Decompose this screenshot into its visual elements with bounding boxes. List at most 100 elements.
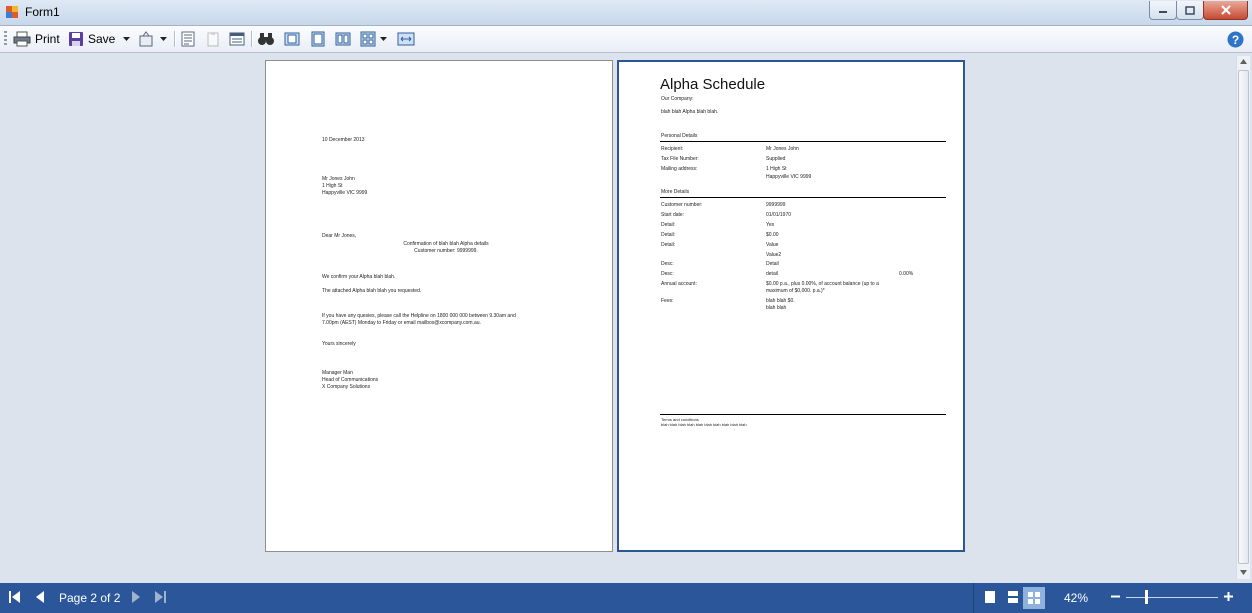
single-page-button[interactable] bbox=[284, 29, 300, 49]
letter-para2: The attached Alpha blah blah you request… bbox=[322, 288, 422, 294]
first-page-button[interactable] bbox=[9, 591, 20, 603]
help-button[interactable]: ? bbox=[1227, 29, 1244, 49]
customer-number-label: Customer number: bbox=[661, 202, 703, 208]
letter-para1: We confirm your Alpha blah blah. bbox=[322, 274, 396, 280]
zoom-slider-thumb[interactable] bbox=[1145, 590, 1148, 604]
save-button[interactable]: Save bbox=[68, 29, 131, 49]
next-page-button[interactable] bbox=[132, 591, 140, 603]
detail-label: Detail: bbox=[661, 232, 676, 238]
page-setup-icon bbox=[181, 31, 195, 47]
app-icon bbox=[6, 6, 18, 18]
detail-value: Value bbox=[766, 242, 779, 248]
printer-icon bbox=[13, 31, 31, 47]
chevron-down-icon bbox=[160, 37, 167, 41]
last-page-button[interactable] bbox=[155, 591, 166, 603]
desc-value: Detail bbox=[766, 261, 779, 267]
annual-account-line2: maximum of $0,000. p.a.)* bbox=[766, 288, 825, 294]
mailing-value-line1: 1 High St bbox=[766, 166, 787, 172]
recipient-value: Mr Jones John bbox=[766, 146, 799, 152]
zoom-out-button[interactable] bbox=[1111, 592, 1120, 601]
schedule-company-text: blah blah Alpha blah blah. bbox=[661, 109, 719, 115]
detail-label: Detail: bbox=[661, 222, 676, 228]
save-label: Save bbox=[88, 32, 116, 46]
layout-icon bbox=[229, 32, 245, 46]
find-button[interactable] bbox=[257, 29, 275, 49]
schedule-company-label: Our Company: bbox=[661, 96, 694, 102]
first-page-icon bbox=[9, 591, 20, 603]
annual-account-label: Annual account: bbox=[661, 281, 697, 287]
vertical-scrollbar[interactable] bbox=[1236, 56, 1250, 579]
letter-para3-line1: If you have any quesies, please call the… bbox=[322, 313, 516, 319]
section-personal-heading: Personal Details bbox=[661, 133, 698, 139]
toolbar: Print Save ? bbox=[0, 26, 1252, 53]
section-more-heading: More Details bbox=[661, 189, 690, 195]
desc-percentage: 0.00% bbox=[899, 271, 914, 277]
view-single-page-button[interactable] bbox=[984, 590, 996, 604]
previous-page-button[interactable] bbox=[36, 591, 44, 603]
letter-signer-company: X Company Solutions bbox=[322, 384, 371, 390]
view-continuous-button[interactable] bbox=[1007, 590, 1019, 604]
preview-page-letter[interactable]: 10 December 2013 Mr Jones John 1 High St… bbox=[265, 60, 613, 552]
desc-label: Desc: bbox=[661, 261, 674, 267]
status-right-panel: 42% bbox=[973, 583, 1252, 613]
previous-page-icon bbox=[36, 591, 44, 603]
single-page-icon bbox=[284, 32, 300, 46]
multiple-pages-icon bbox=[360, 31, 376, 47]
page-indicator: Page 2 of 2 bbox=[59, 591, 121, 605]
scrollbar-thumb[interactable] bbox=[1238, 70, 1249, 564]
fees-label: Fees: bbox=[661, 298, 674, 304]
zoom-slider-track[interactable] bbox=[1126, 597, 1218, 598]
letter-closing: Yours sincerely bbox=[322, 341, 356, 347]
two-pages-button[interactable] bbox=[335, 29, 351, 49]
letter-address-line2: Happyville VIC 9999 bbox=[322, 190, 368, 196]
chevron-down-icon bbox=[380, 37, 387, 41]
desc-label: Desc: bbox=[661, 271, 674, 277]
letter-address-line1: 1 High St bbox=[322, 183, 343, 189]
fit-window-button[interactable] bbox=[397, 29, 415, 49]
toolbar-separator bbox=[251, 31, 253, 47]
detail-value: $0.00 bbox=[766, 232, 779, 238]
fit-window-icon bbox=[397, 32, 415, 46]
minimize-button[interactable] bbox=[1149, 1, 1177, 20]
multiple-pages-button[interactable] bbox=[360, 29, 387, 49]
footer-divider bbox=[660, 414, 946, 415]
floppy-disk-icon bbox=[69, 32, 83, 46]
print-label: Print bbox=[35, 32, 60, 46]
close-icon bbox=[1220, 5, 1231, 15]
print-button[interactable]: Print bbox=[13, 29, 60, 49]
desc-value: detail bbox=[766, 271, 778, 277]
footer-text: blah blah blah blah blah blah blah blah … bbox=[661, 422, 747, 427]
last-page-icon bbox=[155, 591, 166, 603]
scroll-down-icon[interactable] bbox=[1240, 570, 1247, 575]
title-bar: Form1 bbox=[0, 0, 1252, 26]
export-button[interactable] bbox=[138, 29, 167, 49]
letter-signer-name: Manager Man bbox=[322, 370, 353, 376]
tfn-value: Supplied bbox=[766, 156, 786, 162]
letter-subject: Confirmation of blah blah Alpha details bbox=[403, 241, 489, 247]
maximize-icon bbox=[1185, 5, 1195, 15]
tfn-label: Tax File Number: bbox=[661, 156, 699, 162]
paste-button[interactable] bbox=[205, 29, 221, 49]
letter-date: 10 December 2013 bbox=[322, 137, 365, 143]
schedule-title: Alpha Schedule bbox=[660, 76, 766, 93]
page-setup-button[interactable] bbox=[180, 29, 196, 49]
view-multiple-pages-button[interactable] bbox=[1023, 587, 1045, 609]
zoom-in-button[interactable] bbox=[1224, 592, 1233, 601]
toolbar-grip[interactable] bbox=[4, 31, 7, 47]
maximize-button[interactable] bbox=[1176, 1, 1204, 20]
detail-value: Yes bbox=[766, 222, 775, 228]
minimize-icon bbox=[1159, 11, 1167, 13]
binoculars-icon bbox=[258, 33, 274, 45]
chevron-down-icon bbox=[123, 37, 131, 41]
customer-number-value: 9999999 bbox=[766, 202, 786, 208]
layout-button[interactable] bbox=[229, 29, 245, 49]
section-divider bbox=[660, 197, 946, 198]
preview-page-schedule[interactable]: Alpha Schedule Our Company: blah blah Al… bbox=[617, 60, 965, 552]
close-button[interactable] bbox=[1203, 1, 1248, 20]
scroll-up-icon[interactable] bbox=[1240, 59, 1247, 64]
page-width-button[interactable] bbox=[310, 29, 326, 49]
next-page-icon bbox=[132, 591, 140, 603]
letter-para3-line2: 7.00pm (AEST) Monday to Friday or email … bbox=[322, 320, 481, 326]
fees-line2: blah blah bbox=[766, 305, 787, 311]
zoom-level: 42% bbox=[1064, 591, 1089, 605]
